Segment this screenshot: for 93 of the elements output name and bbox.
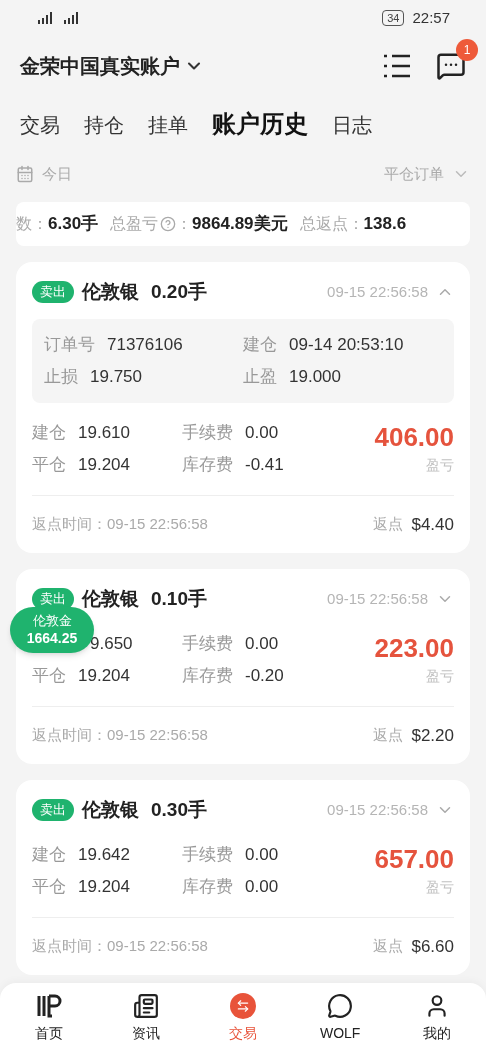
field-value: 19.204 bbox=[78, 664, 130, 687]
chat-bubble-icon bbox=[327, 992, 354, 1019]
help-icon[interactable] bbox=[160, 216, 177, 232]
field-value: 19.204 bbox=[78, 453, 130, 476]
lots: 0.30手 bbox=[151, 798, 207, 822]
order-time: 09-15 22:56:58 bbox=[327, 282, 428, 302]
order-time: 09-15 22:56:58 bbox=[327, 589, 428, 609]
field-value: 0.00 bbox=[245, 843, 279, 866]
nav-tab[interactable]: 首页 bbox=[13, 992, 84, 1044]
nav-tab[interactable]: 我的 bbox=[402, 992, 473, 1044]
field-label: 库存费 bbox=[182, 875, 233, 898]
detail-value: 71376106 bbox=[107, 333, 183, 356]
profit-label: 盈亏 bbox=[426, 877, 454, 897]
rebate-time-label: 返点时间： bbox=[32, 725, 107, 745]
field-label: 建仓 bbox=[32, 421, 66, 444]
rebate-time: 09-15 22:56:58 bbox=[107, 514, 208, 534]
profit-label: 盈亏 bbox=[426, 666, 454, 686]
rebate-amount: $4.40 bbox=[411, 513, 454, 536]
field-value: 19.610 bbox=[78, 421, 130, 444]
summary-colon: ： bbox=[347, 214, 364, 234]
order-time: 09-15 22:56:58 bbox=[327, 800, 428, 820]
rebate-label: 返点 bbox=[373, 514, 404, 534]
sell-tag: 卖出 bbox=[32, 799, 74, 822]
logo-icon bbox=[35, 992, 62, 1019]
tab[interactable]: 持仓 bbox=[84, 110, 124, 142]
summary-colon: ： bbox=[32, 214, 48, 234]
field-label: 平仓 bbox=[32, 664, 66, 687]
summary-value: 9864.89美元 bbox=[192, 213, 288, 236]
symbol-name: 伦敦银 bbox=[82, 798, 139, 822]
field-value: 19.204 bbox=[78, 875, 130, 898]
quote-price: 1664.25 bbox=[26, 629, 78, 647]
field-label: 手续费 bbox=[182, 421, 233, 444]
rebate-amount: $2.20 bbox=[411, 724, 454, 747]
quote-symbol: 伦敦金 bbox=[32, 613, 72, 629]
detail-label: 止盈 bbox=[243, 365, 277, 388]
summary-label: 总盈亏 bbox=[110, 214, 159, 234]
message-icon[interactable] bbox=[436, 51, 466, 81]
detail-value: 09-14 20:53:10 bbox=[289, 333, 404, 356]
summary-label: 数 bbox=[16, 214, 32, 234]
summary-colon: ： bbox=[176, 214, 193, 234]
field-label: 手续费 bbox=[182, 843, 233, 866]
tab[interactable]: 挂单 bbox=[148, 110, 188, 142]
detail-value: 19.750 bbox=[90, 365, 142, 388]
rebate-time: 09-15 22:56:58 bbox=[107, 936, 208, 956]
detail-label: 建仓 bbox=[243, 333, 277, 356]
account-title[interactable]: 金荣中国真实账户 bbox=[20, 51, 180, 81]
profit-value: 223.00 bbox=[374, 631, 454, 665]
symbol-name: 伦敦银 bbox=[82, 280, 139, 304]
field-label: 库存费 bbox=[182, 453, 233, 476]
field-value: 19.642 bbox=[78, 843, 130, 866]
newspaper-icon bbox=[132, 992, 159, 1019]
rebate-time-label: 返点时间： bbox=[32, 514, 107, 534]
nav-tab[interactable]: WOLF bbox=[305, 992, 376, 1044]
field-value: 0.00 bbox=[245, 632, 279, 655]
tab[interactable]: 账户历史 bbox=[212, 106, 308, 142]
exchange-icon bbox=[229, 992, 256, 1019]
list-menu-icon[interactable] bbox=[382, 53, 412, 79]
rebate-label: 返点 bbox=[373, 936, 404, 956]
clock: 22:57 bbox=[412, 7, 450, 28]
summary-value: 138.6 bbox=[363, 213, 407, 236]
notification-badge: 1 bbox=[456, 39, 478, 61]
lots: 0.20手 bbox=[151, 280, 207, 304]
nav-tab[interactable]: 交易 bbox=[207, 992, 278, 1044]
battery-level: 34 bbox=[382, 10, 405, 26]
profit-value: 406.00 bbox=[374, 420, 454, 454]
profit-value: 657.00 bbox=[374, 842, 454, 876]
field-value: -0.41 bbox=[245, 453, 284, 476]
field-value: 0.00 bbox=[245, 421, 279, 444]
detail-value: 19.000 bbox=[289, 365, 341, 388]
rebate-amount: $6.60 bbox=[411, 935, 454, 958]
rebate-time-label: 返点时间： bbox=[32, 936, 107, 956]
sell-tag: 卖出 bbox=[32, 281, 74, 304]
summary-value: 6.30手 bbox=[48, 213, 99, 236]
profit-label: 盈亏 bbox=[426, 455, 454, 475]
detail-label: 订单号 bbox=[44, 333, 95, 356]
field-label: 库存费 bbox=[182, 664, 233, 687]
lots: 0.10手 bbox=[151, 587, 207, 611]
detail-label: 止损 bbox=[44, 365, 78, 388]
order-card[interactable]: 卖出 伦敦银 0.30手 09-15 22:56:58 建仓 19.642 手续费 0.00 平仓 19.204 库存费 0.00 657.00 盈亏 返点时间：09-15 22:56:58 返点 $6.60 bbox=[16, 780, 470, 975]
field-value: -0.20 bbox=[245, 664, 284, 687]
field-label: 建仓 bbox=[32, 843, 66, 866]
field-label: 手续费 bbox=[182, 632, 233, 655]
nav-tab[interactable]: 资讯 bbox=[110, 992, 181, 1044]
tab[interactable]: 日志 bbox=[332, 110, 372, 142]
summary-label: 总返点 bbox=[299, 214, 348, 234]
field-label: 平仓 bbox=[32, 453, 66, 476]
field-label: 平仓 bbox=[32, 875, 66, 898]
rebate-time: 09-15 22:56:58 bbox=[107, 725, 208, 745]
field-value: 0.00 bbox=[245, 875, 279, 898]
rebate-label: 返点 bbox=[373, 725, 404, 745]
tab[interactable]: 交易 bbox=[20, 110, 60, 142]
order-card[interactable]: 卖出 伦敦银 0.20手 09-15 22:56:58 订单号 71376106 建仓 09-14 20:53:10 止损 19.750 止盈 19.000 建仓 19.610 手续费 0.00 平仓 19.204 库存费 -0.41 406.00 盈亏 返点时间：09-15 22:56:58 返点 $4.40 bbox=[16, 262, 470, 553]
calendar-icon[interactable] bbox=[16, 165, 34, 183]
